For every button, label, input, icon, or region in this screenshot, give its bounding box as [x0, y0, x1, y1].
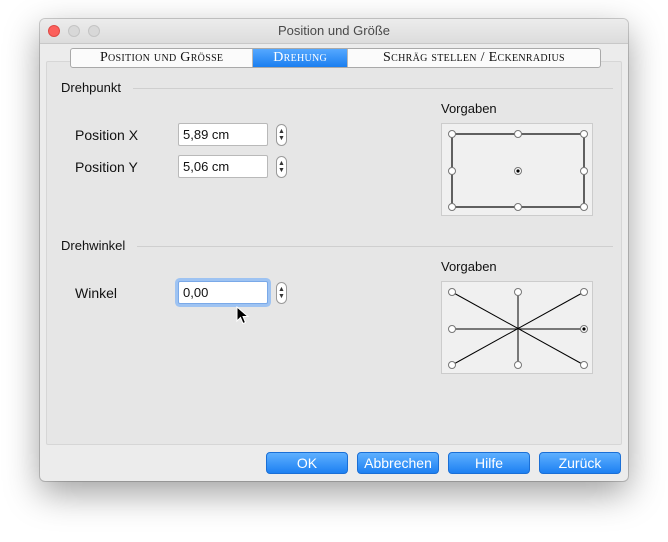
mouse-pointer-icon — [236, 306, 250, 325]
pivot-preset-middle-left[interactable] — [448, 167, 456, 175]
tab-rotation[interactable]: Drehung — [253, 49, 348, 67]
angle-preset-0-selected-dot — [582, 327, 586, 331]
angle-preset-225[interactable] — [448, 361, 456, 369]
pivot-preset-top-left[interactable] — [448, 130, 456, 138]
angle-presets-label: Vorgaben — [441, 259, 497, 274]
angle-preset-45[interactable] — [580, 288, 588, 296]
tab-bar: Position und Grösse Drehung Schräg stell… — [70, 48, 601, 68]
tab-slant-corner-radius[interactable]: Schräg stellen / Eckenradius — [348, 49, 600, 67]
position-y-field[interactable] — [178, 155, 268, 178]
angle-stepper[interactable]: ▲ ▼ — [276, 282, 287, 304]
cancel-button[interactable]: Abbrechen — [357, 452, 439, 474]
dialog-window: Position und Größe Drehpunkt Position X … — [40, 19, 628, 481]
section-divider-pivot — [133, 88, 613, 89]
pivot-preset-grid[interactable] — [441, 123, 593, 216]
angle-preset-270[interactable] — [514, 361, 522, 369]
window-title: Position und Größe — [277, 23, 390, 38]
angle-preset-diagram — [448, 288, 588, 369]
pivot-preset-top-right[interactable] — [580, 130, 588, 138]
tab-position-size[interactable]: Position und Grösse — [71, 49, 254, 67]
help-button[interactable]: Hilfe — [448, 452, 530, 474]
angle-field[interactable] — [178, 281, 268, 304]
section-divider-rotation — [137, 246, 613, 247]
angle-preset-grid[interactable] — [441, 281, 593, 374]
pivot-preset-diagram — [448, 130, 588, 211]
pivot-preset-middle-right[interactable] — [580, 167, 588, 175]
pivot-preset-bottom-center[interactable] — [514, 203, 522, 211]
position-y-label: Position Y — [75, 159, 138, 175]
pivot-preset-bottom-right[interactable] — [580, 203, 588, 211]
title-bar: Position und Größe — [40, 19, 628, 44]
position-x-field[interactable] — [178, 123, 268, 146]
pivot-presets-label: Vorgaben — [441, 101, 497, 116]
position-x-label: Position X — [75, 127, 139, 143]
section-label-rotation: Drehwinkel — [61, 238, 126, 253]
pivot-preset-bottom-left[interactable] — [448, 203, 456, 211]
pivot-preset-top-center[interactable] — [514, 130, 522, 138]
position-y-stepper[interactable]: ▲ ▼ — [276, 156, 287, 178]
ok-button[interactable]: OK — [266, 452, 348, 474]
reset-button[interactable]: Zurück — [539, 452, 621, 474]
angle-preset-180[interactable] — [448, 325, 456, 333]
angle-preset-90[interactable] — [514, 288, 522, 296]
angle-label: Winkel — [75, 285, 118, 301]
angle-preset-135[interactable] — [448, 288, 456, 296]
pivot-preset-center-selected-dot — [516, 169, 520, 173]
angle-preset-315[interactable] — [580, 361, 588, 369]
section-label-pivot: Drehpunkt — [61, 80, 121, 95]
position-x-stepper[interactable]: ▲ ▼ — [276, 124, 287, 146]
tab-content-panel: Drehpunkt Position X ▲▼ Position Y ▲▼ Vo… — [46, 61, 622, 445]
